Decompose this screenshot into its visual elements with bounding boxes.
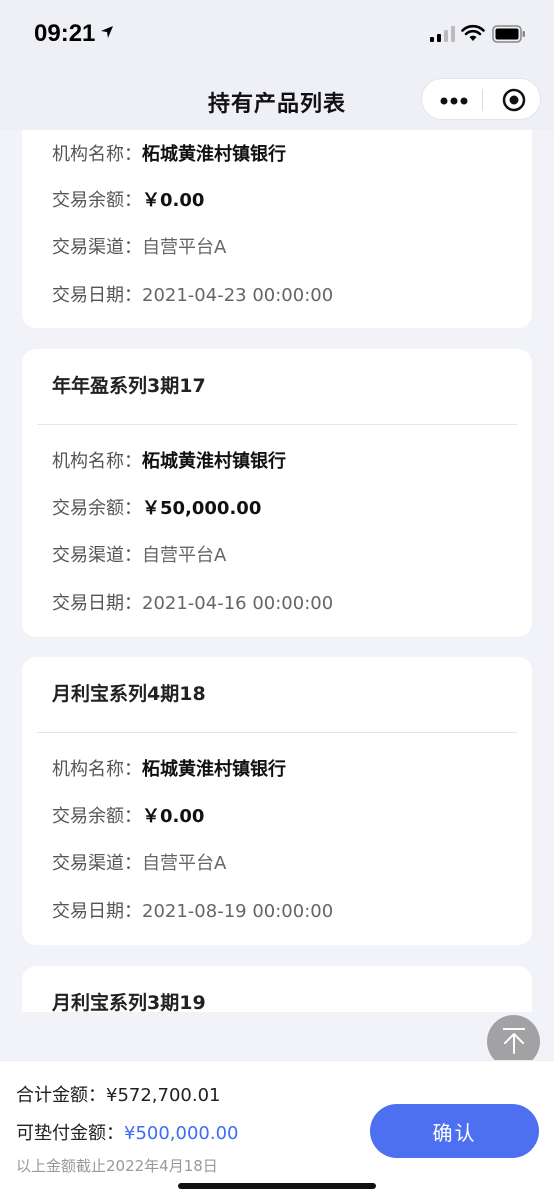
capsule-divider [482, 89, 483, 111]
total-label: 合计金额： [16, 1085, 106, 1106]
battery-icon [492, 25, 525, 43]
date-row: 交易日期：2021-04-23 00:00:00 [52, 281, 333, 307]
signal-icon [430, 26, 455, 42]
channel-value: 自营平台A [142, 853, 227, 874]
date-value: 2021-04-16 00:00:00 [142, 593, 334, 614]
institution-value: 柘城黄淮村镇银行 [142, 451, 286, 472]
product-card[interactable]: 年年盈系列3期17 机构名称：柘城黄淮村镇银行 交易余额：￥50,000.00 … [22, 349, 532, 637]
channel-row: 交易渠道：自营平台A [52, 849, 226, 875]
institution-row: 机构名称：柘城黄淮村镇银行 [52, 755, 286, 781]
confirm-button[interactable]: 确认 [370, 1104, 539, 1158]
card-divider [37, 732, 517, 733]
date-row: 交易日期：2021-08-19 00:00:00 [52, 897, 333, 923]
balance-row: 交易余额：￥0.00 [52, 186, 204, 212]
amount-note: 以上金额截止2022年4月18日 [16, 1157, 218, 1175]
mini-program-capsule [421, 78, 541, 120]
date-value: 2021-04-23 00:00:00 [142, 285, 334, 306]
wifi-icon [461, 24, 485, 41]
balance-value: ￥0.00 [142, 806, 205, 827]
balance-label: 交易余额： [52, 190, 142, 211]
product-title: 年年盈系列3期17 [52, 375, 206, 397]
institution-label: 机构名称： [52, 759, 142, 780]
institution-row: 机构名称：柘城黄淮村镇银行 [52, 447, 286, 473]
total-amount: 合计金额：¥572,700.01 [16, 1081, 221, 1107]
channel-row: 交易渠道：自营平台A [52, 541, 226, 567]
date-value: 2021-08-19 00:00:00 [142, 901, 334, 922]
target-icon[interactable] [502, 88, 526, 112]
channel-label: 交易渠道： [52, 237, 142, 258]
back-to-top-icon [503, 1028, 525, 1054]
channel-label: 交易渠道： [52, 545, 142, 566]
date-row: 交易日期：2021-04-16 00:00:00 [52, 589, 333, 615]
balance-row: 交易余额：￥0.00 [52, 802, 204, 828]
product-list[interactable]: 机构名称：柘城黄淮村镇银行 交易余额：￥0.00 交易渠道：自营平台A 交易日期… [0, 130, 554, 1012]
nav-bar: 持有产品列表 [0, 70, 554, 130]
channel-row: 交易渠道：自营平台A [52, 233, 226, 259]
bottom-summary-bar: 合计金额：¥572,700.01 可垫付金额：¥500,000.00 以上金额截… [0, 1060, 554, 1200]
institution-value: 柘城黄淮村镇银行 [142, 759, 286, 780]
card-divider [37, 424, 517, 425]
advance-label: 可垫付金额： [16, 1123, 124, 1144]
status-bar: 09:21 [0, 0, 554, 70]
balance-label: 交易余额： [52, 806, 142, 827]
channel-label: 交易渠道： [52, 853, 142, 874]
channel-value: 自营平台A [142, 545, 227, 566]
balance-value: ￥50,000.00 [142, 498, 262, 519]
more-icon[interactable] [440, 97, 468, 105]
balance-label: 交易余额： [52, 498, 142, 519]
home-indicator [178, 1183, 376, 1189]
product-title: 月利宝系列4期18 [52, 683, 206, 705]
product-card[interactable]: 机构名称：柘城黄淮村镇银行 交易余额：￥0.00 交易渠道：自营平台A 交易日期… [22, 130, 532, 328]
institution-label: 机构名称： [52, 144, 142, 165]
date-label: 交易日期： [52, 901, 142, 922]
institution-row: 机构名称：柘城黄淮村镇银行 [52, 140, 286, 166]
advance-amount: 可垫付金额：¥500,000.00 [16, 1119, 239, 1145]
institution-label: 机构名称： [52, 451, 142, 472]
balance-row: 交易余额：￥50,000.00 [52, 494, 261, 520]
total-value: ¥572,700.01 [106, 1085, 221, 1106]
product-card[interactable]: 月利宝系列3期19 [22, 966, 532, 1012]
balance-value: ￥0.00 [142, 190, 205, 211]
location-arrow-icon [101, 26, 113, 38]
advance-value: ¥500,000.00 [124, 1123, 239, 1144]
product-title: 月利宝系列3期19 [52, 992, 206, 1012]
channel-value: 自营平台A [142, 237, 227, 258]
date-label: 交易日期： [52, 593, 142, 614]
date-label: 交易日期： [52, 285, 142, 306]
institution-value: 柘城黄淮村镇银行 [142, 144, 286, 165]
product-card[interactable]: 月利宝系列4期18 机构名称：柘城黄淮村镇银行 交易余额：￥0.00 交易渠道：… [22, 657, 532, 945]
status-time: 09:21 [34, 20, 96, 47]
